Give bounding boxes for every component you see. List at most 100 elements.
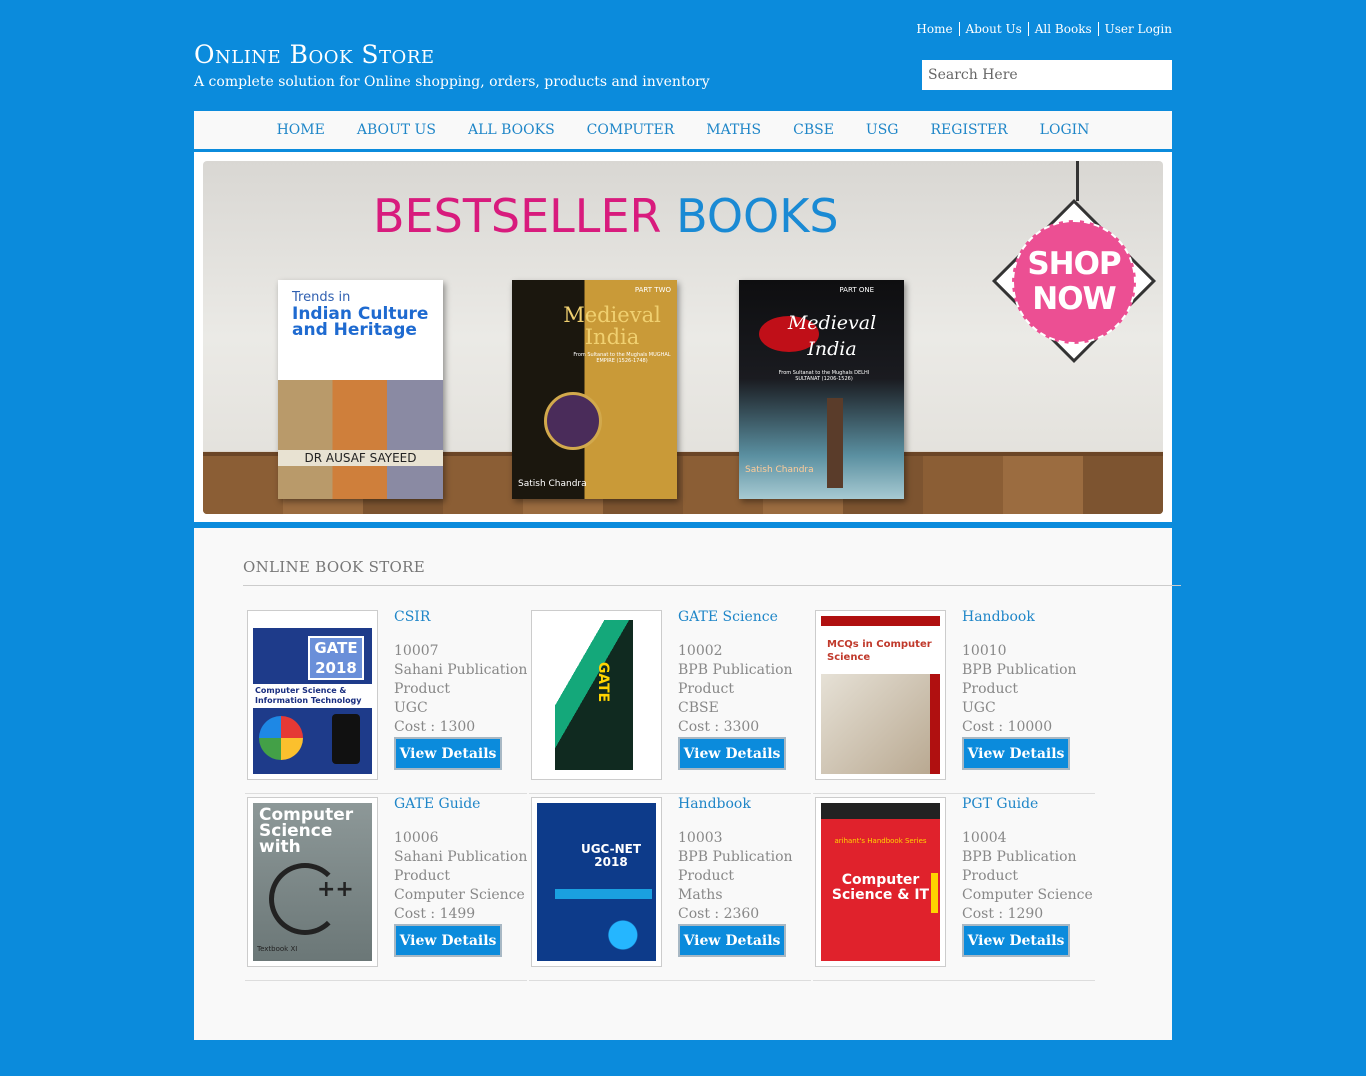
product-thumbnail[interactable]: GATE xyxy=(531,610,662,780)
site-title[interactable]: Online Book Store xyxy=(194,40,710,70)
cover-photo xyxy=(821,674,940,774)
bestseller-banner[interactable]: BESTSELLER BOOKS Trends in Indian Cultur… xyxy=(203,161,1163,514)
section-heading: ONLINE BOOK STORE xyxy=(243,558,425,576)
banner-title-books: BOOKS xyxy=(676,189,839,243)
banner-title: BESTSELLER BOOKS xyxy=(373,189,839,243)
banner-container: BESTSELLER BOOKS Trends in Indian Cultur… xyxy=(194,152,1172,522)
main-content: ONLINE BOOK STORE GATE 2018 Computer Sci… xyxy=(194,528,1181,1040)
product-category: Maths xyxy=(678,887,723,903)
nav-register[interactable]: REGISTER xyxy=(931,122,1008,138)
product-cover: MCQs in Computer Science xyxy=(821,616,940,774)
product-name[interactable]: GATE Science xyxy=(678,608,808,626)
nav-usg[interactable]: USG xyxy=(866,122,899,138)
product-publisher: BPB Publication xyxy=(678,849,793,865)
cover-phone-graphic xyxy=(332,714,360,764)
product-category: UGC xyxy=(962,700,996,716)
search-input[interactable] xyxy=(922,60,1172,90)
product-info: GATE Science 10002 BPB Publication Produ… xyxy=(678,608,808,737)
cover-title: MCQs in Computer Science xyxy=(827,639,932,663)
product-thumbnail[interactable]: arihant's Handbook Series Computer Scien… xyxy=(815,797,946,967)
view-details-button[interactable]: View Details xyxy=(678,924,786,957)
product-name[interactable]: PGT Guide xyxy=(962,795,1092,813)
top-link-home[interactable]: Home xyxy=(910,22,958,36)
cover-swoosh xyxy=(555,620,633,770)
product-info: PGT Guide 10004 BPB Publication Product … xyxy=(962,795,1093,924)
top-link-about[interactable]: About Us xyxy=(958,22,1028,36)
product-publisher: Sahani Publication xyxy=(394,849,528,865)
product-name[interactable]: Handbook xyxy=(678,795,808,813)
shop-now-badge[interactable]: SHOP NOW xyxy=(1012,220,1136,344)
book-cover-title: Medieval India xyxy=(787,312,877,360)
book-cover-author: Satish Chandra xyxy=(745,465,814,475)
nav-cbse[interactable]: CBSE xyxy=(793,122,834,138)
cover-band xyxy=(821,616,940,626)
book-cover-author: DR AUSAF SAYEED xyxy=(278,450,443,466)
product-publisher: BPB Publication xyxy=(678,662,793,678)
product-card: GATE GATE Science 10002 BPB Publication … xyxy=(529,608,811,794)
banner-title-bestseller: BESTSELLER xyxy=(373,189,662,243)
product-thumbnail[interactable]: MCQs in Computer Science xyxy=(815,610,946,780)
product-info: GATE Guide 10006 Sahani Publication Prod… xyxy=(394,795,528,924)
book-cover-title: Medieval India xyxy=(563,303,661,349)
shop-now-line1: SHOP xyxy=(1027,246,1121,282)
sign-hanger xyxy=(1076,161,1079,201)
cover-title: UGC-NET 2018 xyxy=(580,842,642,869)
cover-title: GATE 2018 xyxy=(308,636,364,680)
product-cost: Cost : 2360 xyxy=(678,906,760,922)
product-thumbnail[interactable]: Computer Science with ++ Textbook XI xyxy=(247,797,378,967)
product-info: Handbook 10010 BPB Publication Product U… xyxy=(962,608,1092,737)
product-card: Computer Science with ++ Textbook XI GAT… xyxy=(245,795,527,981)
top-link-all-books[interactable]: All Books xyxy=(1027,22,1098,36)
product-type: Product xyxy=(678,868,734,884)
product-type: Product xyxy=(678,681,734,697)
product-publisher: BPB Publication xyxy=(962,662,1077,678)
cover-series: arihant's Handbook Series xyxy=(834,837,927,845)
product-cost: Cost : 1499 xyxy=(394,906,476,922)
book-cover-collage xyxy=(278,380,443,499)
product-name[interactable]: GATE Guide xyxy=(394,795,524,813)
book-cover-text: Trends in xyxy=(292,290,351,305)
view-details-button[interactable]: View Details xyxy=(394,737,502,770)
product-type: Product xyxy=(962,868,1018,884)
cover-graphic xyxy=(555,905,652,955)
book-cover-part: PART TWO xyxy=(634,286,671,294)
shop-now-line2: NOW xyxy=(1032,281,1116,317)
top-link-user-login[interactable]: User Login xyxy=(1097,22,1172,36)
nav-computer[interactable]: COMPUTER xyxy=(587,122,675,138)
banner-book-medieval-india-2[interactable]: PART TWO Medieval India From Sultanat to… xyxy=(512,280,677,499)
nav-login[interactable]: LOGIN xyxy=(1040,122,1090,138)
main-nav: HOME ABOUT US ALL BOOKS COMPUTER MATHS C… xyxy=(194,111,1172,152)
product-thumbnail[interactable]: UGC-NET 2018 xyxy=(531,797,662,967)
product-category: Computer Science xyxy=(394,887,525,903)
product-card: GATE 2018 Computer Science & Information… xyxy=(245,608,527,794)
banner-book-medieval-india-1[interactable]: PART ONE Medieval India From Sultanat to… xyxy=(739,280,904,499)
product-type: Product xyxy=(394,868,450,884)
nav-home[interactable]: HOME xyxy=(277,122,325,138)
product-name[interactable]: Handbook xyxy=(962,608,1092,626)
cover-plus-graphic: ++ xyxy=(317,877,354,902)
view-details-button[interactable]: View Details xyxy=(962,924,1070,957)
nav-all-books[interactable]: ALL BOOKS xyxy=(468,122,555,138)
view-details-button[interactable]: View Details xyxy=(394,924,502,957)
view-details-button[interactable]: View Details xyxy=(678,737,786,770)
cover-title: Computer Science with xyxy=(259,805,354,857)
cover-band xyxy=(253,616,372,628)
product-cost: Cost : 3300 xyxy=(678,719,760,735)
banner-book-indian-culture[interactable]: Trends in Indian Culture and Heritage DR… xyxy=(278,280,443,499)
product-thumbnail[interactable]: GATE 2018 Computer Science & Information… xyxy=(247,610,378,780)
cover-title: GATE xyxy=(595,661,612,703)
product-cost: Cost : 10000 xyxy=(962,719,1053,735)
product-info: CSIR 10007 Sahani Publication Product UG… xyxy=(394,608,527,737)
view-details-button[interactable]: View Details xyxy=(962,737,1070,770)
cover-chart-graphic xyxy=(259,716,303,760)
nav-maths[interactable]: MATHS xyxy=(706,122,761,138)
product-category: CBSE xyxy=(678,700,719,716)
brand: Online Book Store A complete solution fo… xyxy=(194,40,710,92)
book-cover-title: Indian Culture and Heritage xyxy=(292,304,429,340)
product-name[interactable]: CSIR xyxy=(394,608,524,626)
product-cover: Computer Science with ++ Textbook XI xyxy=(253,803,372,961)
nav-about-us[interactable]: ABOUT US xyxy=(357,122,436,138)
cover-subtitle-bar xyxy=(555,889,652,899)
book-cover-part: PART ONE xyxy=(839,286,874,294)
product-cost: Cost : 1290 xyxy=(962,906,1044,922)
